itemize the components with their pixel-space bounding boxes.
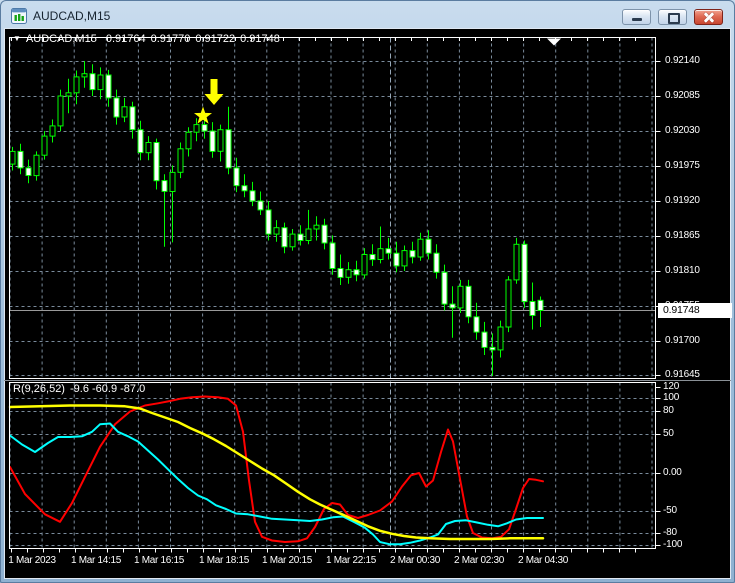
candle-body (25, 167, 32, 176)
down-arrow-icon (204, 79, 224, 105)
candle-body (249, 190, 256, 202)
candle-body (409, 250, 416, 258)
ohlc-close: 0.91748 (240, 33, 280, 45)
candle-body (113, 97, 120, 118)
candle-body (121, 106, 128, 118)
candle-body (169, 171, 176, 192)
candle-body (377, 248, 384, 260)
candle-body (153, 142, 160, 182)
candle-body (369, 254, 376, 261)
candle-body (329, 242, 336, 269)
candle-body (217, 129, 224, 152)
indicator-name: R(9,26,52) (13, 383, 65, 395)
candle-body (417, 238, 424, 258)
candle-body (489, 346, 496, 351)
candle-body (65, 92, 72, 97)
candle-body (337, 268, 344, 278)
candle-body (353, 269, 360, 276)
candle-body (321, 224, 328, 244)
chart-window: { "window": { "title": "AUDCAD,M15" }, "… (0, 0, 735, 583)
candle-body (233, 167, 240, 187)
symbol-period-label: AUDCAD,M15 (25, 33, 97, 45)
candle-body (81, 73, 88, 78)
candle-body (17, 150, 24, 169)
candle-body (97, 74, 104, 91)
candle-body (241, 185, 248, 192)
candle-body (497, 326, 504, 351)
candle-body (433, 252, 440, 273)
indicator-label: R(9,26,52) -9.6 -60.9 -87.0 (13, 383, 150, 395)
ohlc-open: 0.91764 (105, 33, 146, 45)
candle-body (161, 180, 168, 192)
chart-canvas[interactable] (0, 0, 735, 583)
candle-body (33, 154, 40, 177)
indicator-values: -9.6 -60.9 -87.0 (69, 383, 146, 395)
candle-body (441, 271, 448, 305)
candle-body (129, 106, 136, 131)
ohlc-high: 0.91770 (150, 33, 191, 45)
candle-body (281, 227, 288, 248)
candle-body (425, 238, 432, 254)
candle-body (73, 76, 80, 94)
candle-body (505, 279, 512, 328)
candle-body (89, 73, 96, 91)
candle-body (345, 269, 352, 278)
candle-body (529, 301, 536, 316)
candle-body (57, 95, 64, 127)
candle-body (305, 228, 312, 241)
candle-body (41, 135, 48, 156)
candle-body (457, 285, 464, 309)
chart-shift-marker (547, 38, 561, 46)
candle-body (9, 150, 16, 165)
candle-body (265, 209, 272, 235)
candle-body (449, 303, 456, 309)
candle-body (537, 299, 544, 311)
candle-body (313, 224, 320, 230)
candle-body (473, 316, 480, 333)
current-price-box: 0.91748 (658, 303, 732, 318)
chart-header: ▼ AUDCAD,M15 0.91764 0.91770 0.91722 0.91748 (13, 33, 285, 45)
candle-body (289, 233, 296, 248)
candle-body (201, 124, 208, 132)
candle-body (401, 250, 408, 267)
candle-body (393, 252, 400, 267)
candle-body (297, 233, 304, 242)
candle-body (105, 74, 112, 99)
collapse-arrow-icon[interactable]: ▼ (13, 34, 21, 43)
candle-body (465, 285, 472, 318)
candle-body (513, 243, 520, 281)
candle-body (209, 130, 216, 152)
candle-body (273, 227, 280, 235)
candle-body (177, 148, 184, 173)
indicator-line-r26 (9, 422, 544, 546)
candle-body (521, 243, 528, 303)
ohlc-low: 0.91722 (195, 33, 236, 45)
candle-body (257, 200, 264, 211)
candle-body (49, 125, 56, 137)
candle-body (385, 248, 392, 254)
candle-body (361, 254, 368, 276)
candle-body (225, 129, 232, 169)
candle-body (193, 124, 200, 133)
candle-body (137, 129, 144, 154)
candle-body (145, 142, 152, 154)
candle-body (185, 131, 192, 150)
candle-body (481, 331, 488, 348)
